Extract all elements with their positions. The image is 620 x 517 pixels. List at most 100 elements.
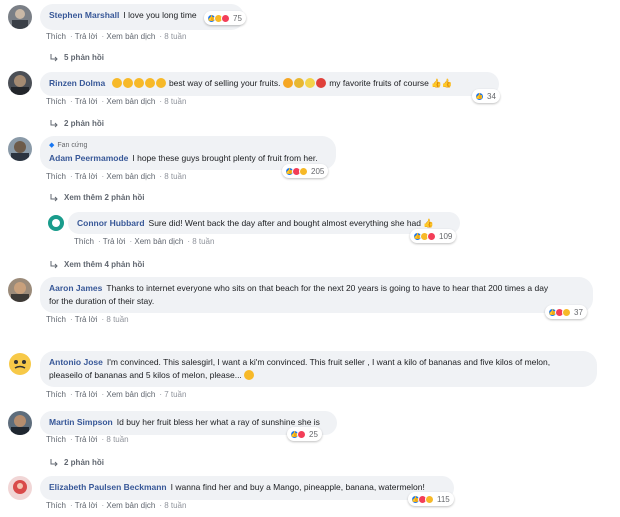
commenter-name[interactable]: Martin Simpson [49,417,113,427]
translate-link[interactable]: Xem bản dịch [106,32,155,41]
comment-text: I love you long time [123,10,197,20]
diamond-icon: ◆ [49,142,55,149]
timestamp[interactable]: 8 tuần [164,172,186,181]
view-replies-link[interactable]: 5 phản hồi [50,53,104,62]
haha-reaction-icon [562,307,571,317]
reaction-count: 115 [437,494,450,504]
thumbs-up-icon: 👍 [423,218,434,228]
translate-link[interactable]: Xem bản dịch [106,172,155,181]
haha-reaction-icon [425,494,434,504]
avatar[interactable] [8,137,32,161]
view-more-replies-link[interactable]: Xem thêm 2 phản hồi [50,193,144,202]
comment-bubble: Antonio Jose I'm convinced. This salesgir… [40,351,597,387]
like-link[interactable]: Thích [46,32,66,41]
reply-arrow-icon [50,458,58,466]
comment-text: I'm convinced. This salesgirl, I want a … [106,357,551,367]
comment-text-2: pleaseilo of bananas and 5 kilos of melo… [49,370,242,380]
reaction-summary[interactable]: 👍 205 [282,164,329,178]
comment-actions: Thích · Trả lời · 8 tuần [46,315,129,324]
commenter-name[interactable]: Rinzen Dolma [49,78,105,88]
reaction-summary[interactable]: 👍 109 [410,229,457,243]
comment-text: I hope these guys brought plenty of frui… [132,153,318,163]
like-link[interactable]: Thích [46,390,66,399]
timestamp[interactable]: 8 tuần [106,435,128,444]
reply-actions: Thích · Trả lời · Xem bản dịch · 8 tuần [74,237,215,246]
comment-text: Thanks to internet everyone who sits on … [106,283,549,293]
reaction-summary[interactable]: 👍 75 [204,11,246,25]
reply-arrow-icon [50,193,58,201]
reply-link[interactable]: Trả lời [75,435,98,444]
comment-text: Sure did! Went back the day after and bo… [148,218,422,228]
commenter-name[interactable]: Antonio Jose [49,357,103,367]
reply-link[interactable]: Trả lời [75,172,98,181]
reaction-count: 109 [439,231,453,241]
reaction-count: 34 [487,91,496,101]
reply-link[interactable]: Trả lời [75,390,98,399]
avatar[interactable] [8,352,32,376]
reaction-summary[interactable]: 👍 34 [472,89,500,103]
like-link[interactable]: Thích [46,435,66,444]
commenter-name[interactable]: Aaron James [49,283,102,293]
like-link[interactable]: Thích [46,315,66,324]
timestamp[interactable]: 8 tuần [164,32,186,41]
comment-actions: Thích · Trả lời · Xem bản dịch · 8 tuần [46,97,187,106]
thumbs-up-icon: 👍👍 [431,78,453,88]
timestamp[interactable]: 8 tuần [192,237,214,246]
reply-link[interactable]: Trả lời [75,32,98,41]
reaction-count: 75 [233,13,242,23]
comment-text: best way of selling your fruits. [168,78,281,88]
comment-actions: Thích · Trả lời · 8 tuần [46,435,129,444]
comment-bubble: Elizabeth Paulsen Beckmann I wanna find h… [40,476,454,500]
reaction-count: 205 [311,166,325,176]
translate-link[interactable]: Xem bản dịch [134,237,183,246]
comment-bubble: Aaron James Thanks to internet everyone w… [40,277,593,313]
timestamp[interactable]: 8 tuần [164,501,186,510]
comment-text-2: for the duration of their stay. [49,296,155,306]
translate-link[interactable]: Xem bản dịch [106,97,155,106]
commenter-name[interactable]: Connor Hubbard [77,218,145,228]
reply-link[interactable]: Trả lời [103,237,126,246]
avatar[interactable] [8,5,32,29]
reaction-summary[interactable]: 👍 25 [287,427,322,441]
translate-link[interactable]: Xem bản dịch [106,501,155,510]
avatar[interactable] [8,278,32,302]
love-reaction-icon [221,13,230,23]
reaction-count: 37 [574,307,583,317]
reply-link[interactable]: Trả lời [75,501,98,510]
view-more-replies-link[interactable]: Xem thêm 4 phản hồi [50,260,144,269]
fruit-emojis [282,78,327,88]
love-reaction-icon [427,231,436,241]
translate-link[interactable]: Xem bản dịch [106,390,155,399]
like-link[interactable]: Thích [46,97,66,106]
comment-actions: Thích · Trả lời · Xem bản dịch · 8 tuần [46,172,187,181]
comment-text: I wanna find her and buy a Mango, pineap… [170,482,425,492]
view-replies-link[interactable]: 2 phản hồi [50,458,104,467]
reply-arrow-icon [50,119,58,127]
avatar[interactable] [8,411,32,435]
comment-actions: Thích · Trả lời · Xem bản dịch · 8 tuần [46,32,187,41]
commenter-name[interactable]: Elizabeth Paulsen Beckmann [49,482,167,492]
comment-actions: Thích · Trả lời · Xem bản dịch · 7 tuần [46,390,187,399]
view-replies-link[interactable]: 2 phản hồi [50,119,104,128]
reply-arrow-icon [50,53,58,61]
like-reaction-icon: 👍 [475,91,484,101]
timestamp[interactable]: 8 tuần [164,97,186,106]
like-link[interactable]: Thích [46,501,66,510]
timestamp[interactable]: 7 tuần [164,390,186,399]
commenter-name[interactable]: Stephen Marshall [49,10,119,20]
avatar[interactable] [8,476,32,500]
timestamp[interactable]: 8 tuần [106,315,128,324]
avatar[interactable] [8,71,32,95]
comment-text-2: my favorite fruits of course [329,78,429,88]
reply-link[interactable]: Trả lời [75,315,98,324]
reaction-summary[interactable]: 👍 37 [545,305,587,319]
fan-badge: ◆ Fan cứng [49,139,327,152]
avatar[interactable] [46,213,66,233]
comment-actions: Thích · Trả lời · Xem bản dịch · 8 tuần [46,501,187,510]
like-link[interactable]: Thích [74,237,94,246]
reply-link[interactable]: Trả lời [75,97,98,106]
reaction-summary[interactable]: 👍 115 [408,492,454,506]
haha-reaction-icon [299,166,308,176]
commenter-name[interactable]: Adam Peermamode [49,153,128,163]
like-link[interactable]: Thích [46,172,66,181]
